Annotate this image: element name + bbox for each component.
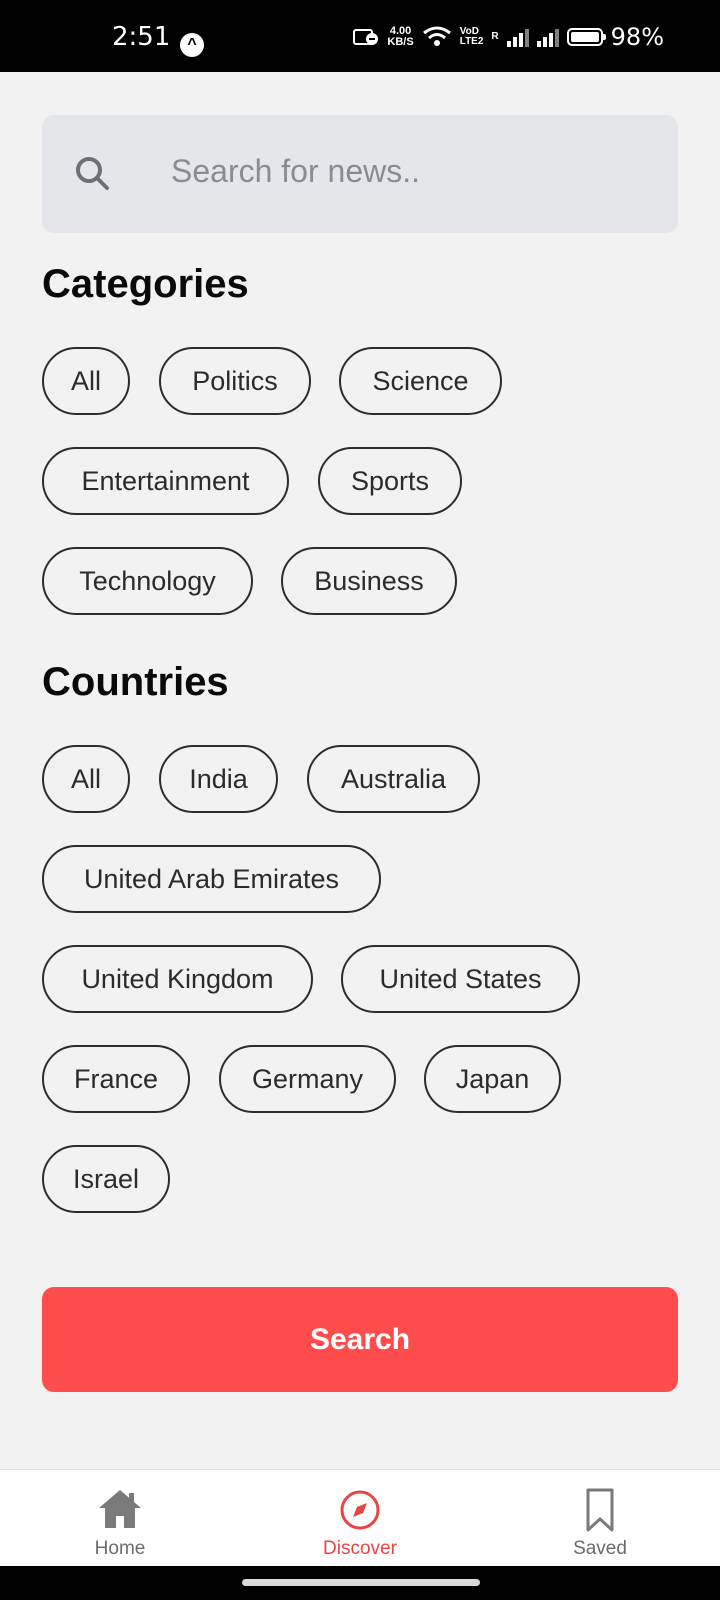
- nav-label-saved: Saved: [573, 1538, 627, 1559]
- signal-icon: [506, 27, 529, 47]
- network-speed: 4.00 KB/S: [387, 26, 413, 48]
- speed-unit: KB/S: [387, 36, 414, 48]
- battery-percent: 98%: [610, 23, 664, 51]
- country-chip-united-kingdom[interactable]: United Kingdom: [42, 945, 313, 1013]
- status-icons: 4.00 KB/S VoD LTE2 R 98%: [353, 22, 664, 52]
- search-icon: [76, 157, 109, 190]
- volte-indicator: VoD LTE2: [460, 27, 484, 47]
- gesture-handle[interactable]: [242, 1579, 480, 1586]
- category-chip-all[interactable]: All: [42, 347, 130, 415]
- app-notification-icon: ^: [180, 33, 204, 57]
- country-chip-united-states[interactable]: United States: [341, 945, 580, 1013]
- category-chip-business[interactable]: Business: [281, 547, 457, 615]
- wifi-icon: [422, 26, 451, 46]
- country-chip-all[interactable]: All: [42, 745, 130, 813]
- category-chip-science[interactable]: Science: [339, 347, 502, 415]
- home-icon: [99, 1490, 141, 1528]
- status-time: 2:51: [112, 22, 171, 52]
- nav-item-saved[interactable]: Saved: [520, 1470, 680, 1567]
- volte-bottom: LTE2: [459, 36, 484, 47]
- category-chip-technology[interactable]: Technology: [42, 547, 253, 615]
- gesture-area: [0, 1566, 720, 1600]
- data-saver-icon: [353, 29, 379, 45]
- category-chip-sports[interactable]: Sports: [318, 447, 462, 515]
- country-chip-france[interactable]: France: [42, 1045, 190, 1113]
- country-chip-japan[interactable]: Japan: [424, 1045, 561, 1113]
- category-chip-politics[interactable]: Politics: [159, 347, 311, 415]
- signal-icon-2: [536, 27, 559, 47]
- nav-label-home: Home: [94, 1538, 146, 1559]
- search-input[interactable]: Search for news..: [42, 115, 678, 233]
- roaming-indicator: R: [491, 31, 499, 42]
- country-chip-india[interactable]: India: [159, 745, 278, 813]
- countries-title: Countries: [42, 660, 229, 704]
- categories-title: Categories: [42, 262, 249, 306]
- search-placeholder: Search for news..: [171, 153, 420, 189]
- country-chip-germany[interactable]: Germany: [219, 1045, 396, 1113]
- compass-icon: [340, 1490, 380, 1530]
- category-chip-entertainment[interactable]: Entertainment: [42, 447, 289, 515]
- bottom-nav: Home Discover Saved: [0, 1469, 720, 1567]
- status-bar: 2:51 ^ 4.00 KB/S VoD LTE2 R 98%: [0, 0, 720, 72]
- country-chip-australia[interactable]: Australia: [307, 745, 480, 813]
- country-chip-united-arab-emirates[interactable]: United Arab Emirates: [42, 845, 381, 913]
- bookmark-icon: [586, 1488, 614, 1532]
- nav-item-discover[interactable]: Discover: [280, 1470, 440, 1567]
- search-button[interactable]: Search: [42, 1287, 678, 1392]
- battery-icon: [566, 28, 606, 46]
- country-chip-israel[interactable]: Israel: [42, 1145, 170, 1213]
- nav-item-home[interactable]: Home: [40, 1470, 200, 1567]
- nav-label-discover: Discover: [323, 1538, 397, 1559]
